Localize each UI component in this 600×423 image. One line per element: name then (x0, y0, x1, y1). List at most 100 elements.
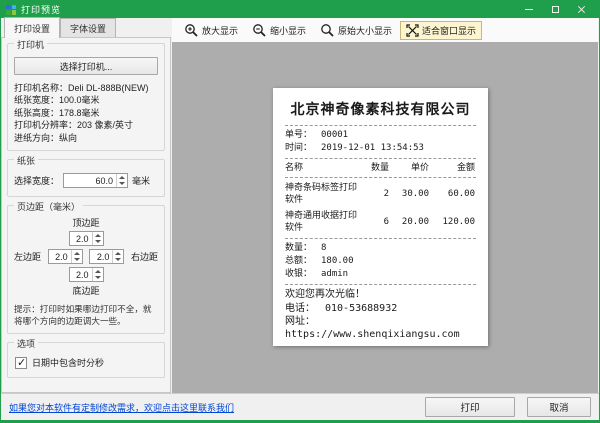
total-qty-label: 数量： (285, 243, 313, 253)
receipt-footer: 欢迎您再次光临！ 电话： 010-53688932 网址： https://www… (285, 288, 476, 342)
total-sum-label: 总额： (285, 256, 313, 266)
original-size-button[interactable]: 原始大小显示 (314, 20, 398, 41)
col-qty: 数量 (370, 163, 389, 173)
paper-width-stepper[interactable]: 60.0 (63, 173, 129, 189)
maximize-button[interactable] (542, 1, 568, 18)
app-logo-icon (6, 4, 16, 15)
margins-group-label: 页边距（毫米） (14, 200, 84, 214)
window-title: 打印预览 (21, 5, 62, 15)
select-printer-button[interactable]: 选择打印机... (14, 57, 158, 75)
zoom-in-button[interactable]: 放大显示 (178, 20, 244, 41)
printer-dpi-line: 打印机分辨率：203 像素/英寸 (14, 120, 134, 131)
item-qty: 6 (383, 217, 389, 227)
col-price: 单价 (410, 163, 429, 173)
total-qty-value: 8 (321, 243, 327, 253)
zoom-out-label: 缩小显示 (270, 25, 307, 36)
tab-print-settings[interactable]: 打印设置 (4, 17, 61, 38)
fit-window-icon (406, 23, 419, 37)
stepper-down-icon[interactable] (113, 257, 123, 264)
receipt-item-row: 神奇通用收据打印软件 6 20.00 120.00 (285, 210, 476, 234)
printer-name-line: 打印机名称：Deli DL-888B(NEW) (14, 83, 149, 93)
paper-width-label: 选择宽度： (14, 176, 60, 187)
printer-group-label: 打印机 (14, 38, 48, 51)
receipt-preview: 北京神奇像素科技有限公司 单号： 00001 时间： 2019-12-01 13:5… (273, 88, 488, 346)
feed-direction-line: 进纸方向：纵向 (14, 132, 78, 143)
printer-group: 打印机 选择打印机... 打印机名称：Deli DL-888B(NEW) 纸张宽… (7, 38, 165, 152)
close-icon (577, 5, 586, 14)
item-amount: 60.00 (447, 189, 475, 199)
paper-group-label: 纸张 (14, 154, 39, 168)
tab-font-settings[interactable]: 字体设置 (60, 18, 117, 38)
stepper-down-icon[interactable] (93, 275, 103, 282)
right-margin-stepper[interactable]: 2.0 (89, 249, 125, 265)
item-name: 神奇条码标签打印软件 (285, 183, 358, 205)
top-margin-stepper[interactable]: 2.0 (68, 231, 104, 247)
minimize-button[interactable] (516, 1, 542, 18)
options-group-label: 选项 (14, 337, 39, 351)
original-size-label: 原始大小显示 (338, 25, 393, 36)
tab-strip: 打印设置 字体设置 (1, 17, 171, 38)
right-margin-value[interactable]: 2.0 (90, 250, 112, 263)
item-price: 30.00 (401, 189, 429, 199)
bottom-margin-stepper[interactable]: 2.0 (68, 267, 104, 283)
item-price: 20.00 (401, 217, 429, 227)
contact-us-link[interactable]: 如果您对本软件有定制修改需求，欢迎点击这里联系我们 (9, 401, 234, 414)
receipt-company-name: 北京神奇像素科技有限公司 (290, 102, 471, 118)
divider (285, 158, 476, 159)
stepper-down-icon[interactable] (93, 239, 103, 246)
phone-label: 电话： (285, 302, 315, 314)
zoom-in-label: 放大显示 (202, 25, 239, 36)
item-amount: 120.00 (442, 217, 475, 227)
zoom-in-icon (185, 23, 198, 37)
receipt-item-row: 神奇条码标签打印软件 2 30.00 60.00 (285, 182, 476, 206)
preview-canvas: 北京神奇像素科技有限公司 单号： 00001 时间： 2019-12-01 13:5… (172, 42, 598, 393)
item-name: 神奇通用收据打印软件 (285, 211, 358, 233)
stepper-down-icon[interactable] (72, 257, 82, 264)
original-size-icon (321, 23, 334, 37)
divider (285, 177, 476, 178)
top-margin-value[interactable]: 2.0 (70, 232, 92, 245)
paper-width-line: 纸张宽度：100.0毫米 (14, 95, 100, 106)
time-value: 2019-12-01 13:54:53 (321, 143, 424, 153)
divider (285, 284, 476, 285)
include-time-checkbox[interactable] (15, 356, 27, 369)
paper-width-value[interactable]: 60.0 (64, 174, 116, 187)
left-margin-stepper[interactable]: 2.0 (47, 249, 83, 265)
paper-height-line: 纸张高度：178.8毫米 (14, 107, 100, 118)
fit-window-button[interactable]: 适合窗口显示 (400, 20, 483, 40)
maximize-icon (551, 6, 559, 13)
print-preview-window: 打印预览 打印设置 字体设置 打印机 选择打印机... 打印机名称：Deli D… (0, 0, 600, 423)
divider (285, 238, 476, 239)
status-bar: 如果您对本软件有定制修改需求，欢迎点击这里联系我们 打印 取消 (1, 393, 599, 420)
minimize-icon (525, 9, 533, 10)
bottom-margin-value[interactable]: 2.0 (70, 268, 92, 281)
stepper-down-icon[interactable] (117, 181, 127, 188)
right-margin-label: 右边距 (130, 252, 158, 263)
margins-group: 页边距（毫米） 顶边距 2.0 左边距 2.0 2.0 右边距 2.0 底边距 … (7, 200, 165, 335)
bottom-margin-label: 底边距 (72, 286, 100, 297)
settings-column: 打印设置 字体设置 打印机 选择打印机... 打印机名称：Deli DL-888… (1, 17, 171, 393)
zoom-out-button[interactable]: 缩小显示 (246, 20, 312, 41)
col-amount: 金额 (456, 163, 475, 173)
cashier-label: 收银： (285, 269, 313, 279)
welcome-text: 欢迎您再次光临！ (285, 289, 365, 300)
left-margin-value[interactable]: 2.0 (49, 250, 71, 263)
phone-value: 010-53688932 (325, 302, 398, 314)
left-margin-label: 左边距 (14, 252, 42, 263)
order-no-label: 单号： (285, 130, 313, 140)
print-settings-panel: 打印机 选择打印机... 打印机名称：Deli DL-888B(NEW) 纸张宽… (1, 37, 171, 393)
site-url: https://www.shenqixiangsu.com (285, 329, 460, 340)
paper-group: 纸张 选择宽度： 60.0 毫米 (7, 154, 165, 198)
site-label: 网址： (285, 315, 315, 327)
cancel-button[interactable]: 取消 (527, 397, 591, 417)
zoom-toolbar: 放大显示 缩小显示 原始大小显示 适合窗口显示 (172, 18, 598, 42)
title-bar: 打印预览 (1, 1, 599, 18)
paper-width-unit: 毫米 (132, 176, 151, 187)
include-time-label: 日期中包含时分秒 (32, 358, 105, 369)
margins-hint-text: 提示：打印时如果哪边打印不全，就将哪个方向的边距调大一些。 (14, 304, 152, 326)
cashier-value: admin (321, 269, 349, 279)
close-button[interactable] (568, 1, 594, 18)
total-sum-value: 180.00 (321, 256, 354, 266)
print-button[interactable]: 打印 (425, 397, 515, 417)
top-margin-label: 顶边距 (72, 218, 100, 229)
